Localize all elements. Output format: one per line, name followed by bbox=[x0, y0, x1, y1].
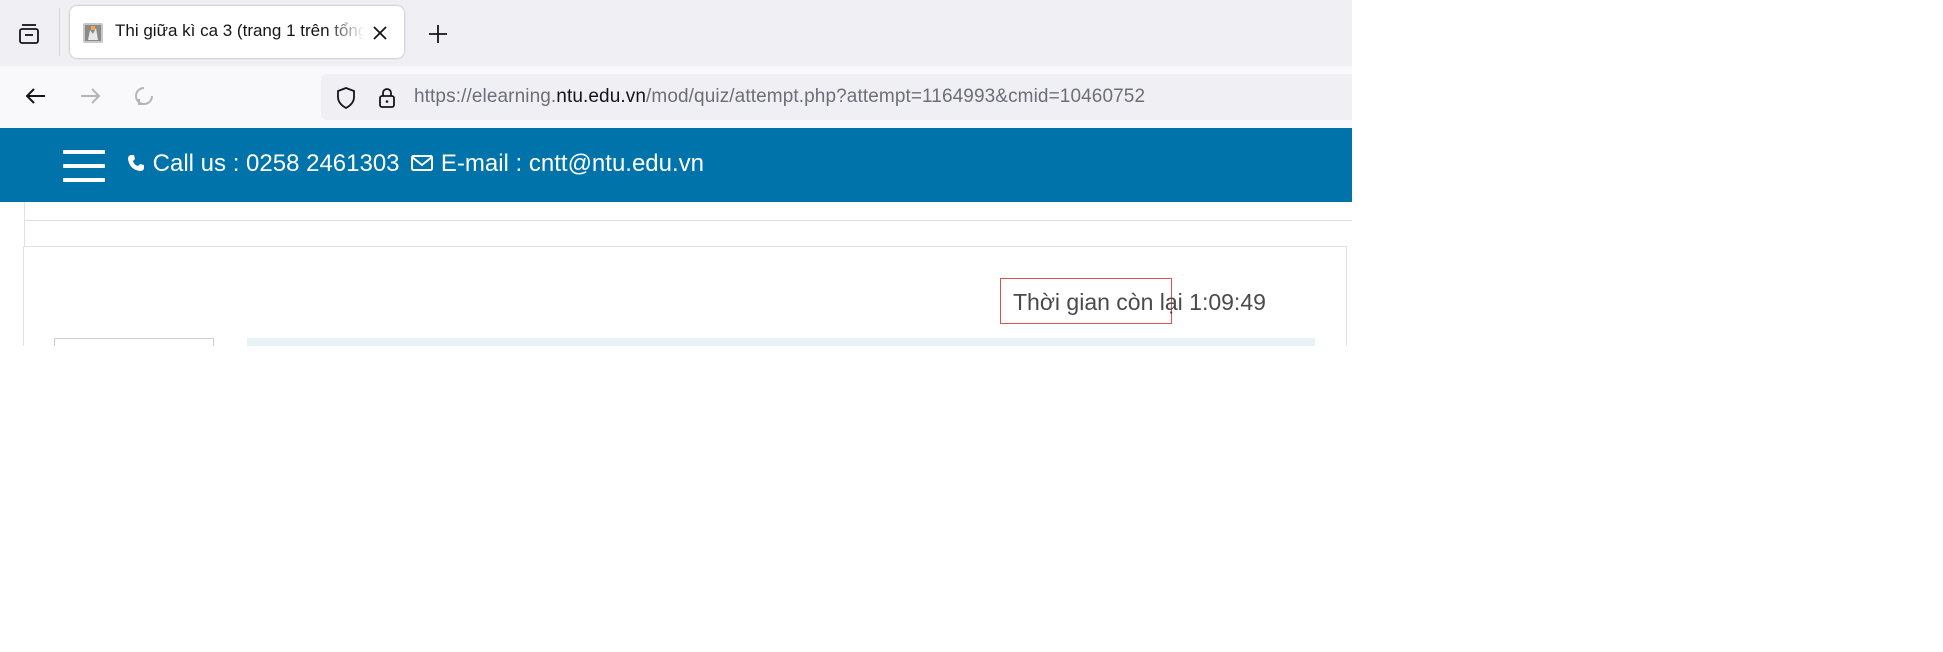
phone-icon bbox=[128, 155, 144, 171]
active-tab[interactable]: Thi giữa kì ca 3 (trang 1 trên tổng số bbox=[70, 6, 404, 58]
navigation-toolbar: https://elearning.ntu.edu.vn/mod/quiz/at… bbox=[0, 66, 1352, 128]
tab-title: Thi giữa kì ca 3 (trang 1 trên tổng số bbox=[115, 21, 365, 40]
envelope-icon bbox=[411, 155, 434, 171]
email-label[interactable]: E-mail : cntt@ntu.edu.vn bbox=[441, 150, 704, 177]
tab-list-icon[interactable] bbox=[12, 18, 46, 50]
url-host: ntu.edu.vn bbox=[556, 86, 647, 107]
close-icon[interactable] bbox=[368, 21, 392, 45]
url-bar[interactable]: https://elearning.ntu.edu.vn/mod/quiz/at… bbox=[321, 74, 1352, 120]
call-label[interactable]: Call us : 0258 2461303 bbox=[153, 150, 400, 177]
url-path: /mod/quiz/attempt.php?attempt=1164993&cm… bbox=[646, 86, 1146, 107]
question-content bbox=[247, 338, 1315, 346]
reload-icon[interactable] bbox=[128, 80, 160, 112]
tab-separator bbox=[59, 8, 60, 56]
lock-icon[interactable] bbox=[374, 85, 400, 111]
quiz-timer: Thời gian còn lại 1:09:49 bbox=[1000, 278, 1266, 324]
url-text[interactable]: https://elearning.ntu.edu.vn/mod/quiz/at… bbox=[414, 86, 1145, 108]
quiz-navigation-block bbox=[54, 338, 214, 346]
plus-icon[interactable] bbox=[422, 18, 454, 50]
moodle-favicon-icon bbox=[82, 22, 104, 44]
site-header-bar: Call us : 0258 2461303 E-mail : cntt@ntu… bbox=[0, 128, 1352, 202]
card-divider bbox=[24, 220, 1352, 221]
shield-icon[interactable] bbox=[333, 85, 359, 111]
arrow-left-icon[interactable] bbox=[20, 80, 52, 112]
tab-strip: Thi giữa kì ca 3 (trang 1 trên tổng số bbox=[0, 0, 1352, 66]
hamburger-menu-icon[interactable] bbox=[63, 150, 105, 182]
arrow-right-icon[interactable] bbox=[74, 80, 106, 112]
contact-info: Call us : 0258 2461303 E-mail : cntt@ntu… bbox=[126, 150, 704, 178]
page-content: Call us : 0258 2461303 E-mail : cntt@ntu… bbox=[0, 128, 1352, 346]
browser-viewport: Thi giữa kì ca 3 (trang 1 trên tổng số h… bbox=[0, 0, 1352, 346]
url-prefix: https://elearning. bbox=[414, 86, 557, 107]
